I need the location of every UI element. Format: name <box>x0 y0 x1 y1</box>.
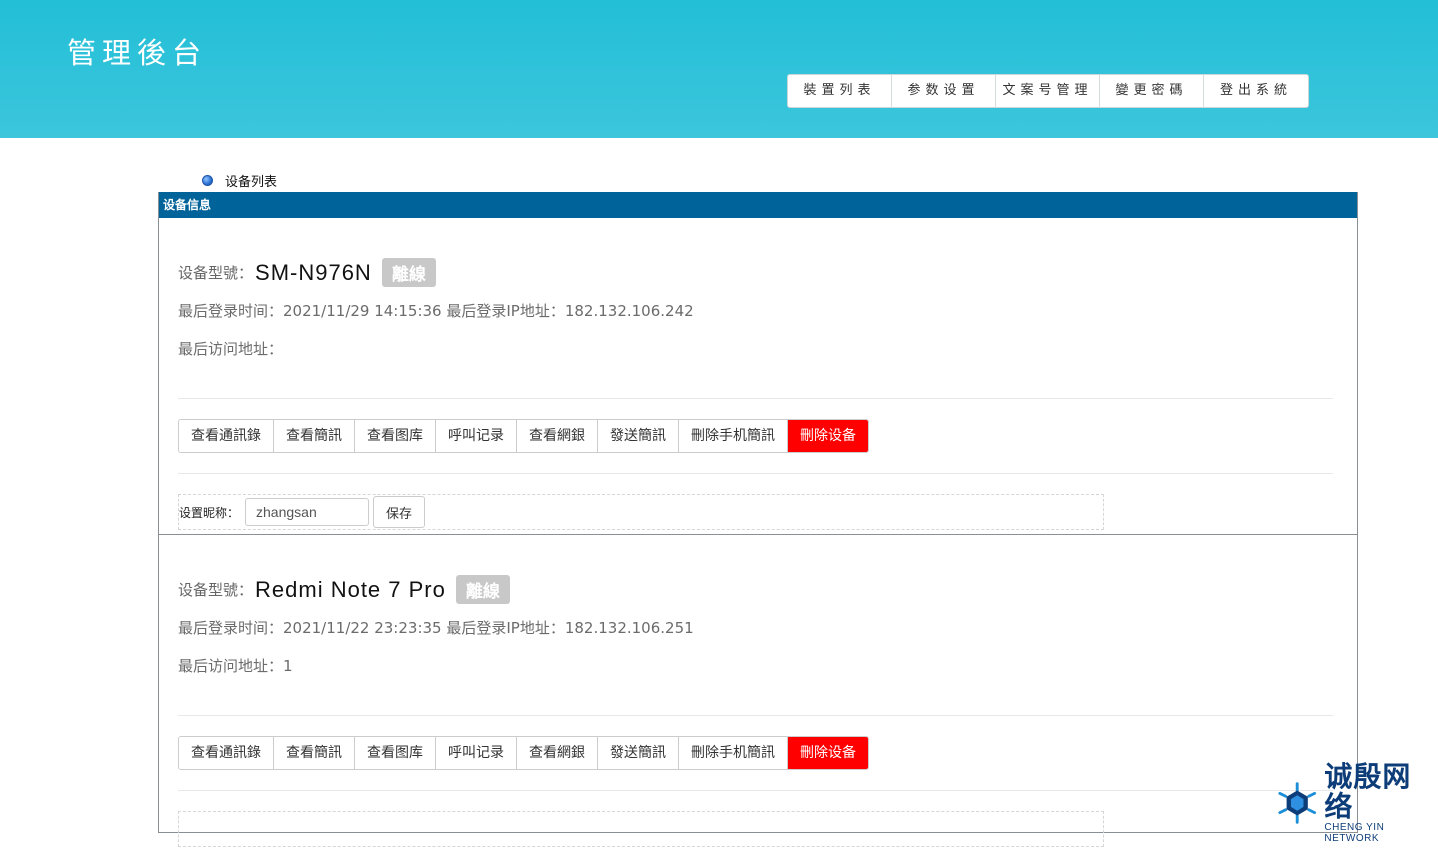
last-visit-info: 最后访问地址： <box>178 340 284 358</box>
status-badge: 離線 <box>455 575 510 604</box>
view-sms-button[interactable]: 查看簡訊 <box>274 420 355 452</box>
view-banking-button[interactable]: 查看網銀 <box>517 737 598 769</box>
view-sms-button[interactable]: 查看簡訊 <box>274 737 355 769</box>
delete-device-button[interactable]: 刪除设备 <box>788 737 868 769</box>
send-sms-button[interactable]: 發送簡訊 <box>598 737 679 769</box>
breadcrumb-label: 设备列表 <box>225 175 278 190</box>
divider <box>178 473 1333 474</box>
nav-change-password[interactable]: 變更密碼 <box>1100 75 1204 107</box>
device-card: 设备型號： SM-N976N 離線 最后登录时间：2021/11/29 14:1… <box>159 218 1357 535</box>
divider <box>178 790 1333 791</box>
view-banking-button[interactable]: 查看網銀 <box>517 420 598 452</box>
nav-params[interactable]: 参数设置 <box>892 75 996 107</box>
nickname-input[interactable] <box>245 498 370 526</box>
delete-phone-sms-button[interactable]: 刪除手机簡訊 <box>679 420 788 452</box>
device-panel: 设备信息 设备型號： SM-N976N 離線 最后登录时间：2021/11/29… <box>158 192 1358 847</box>
model-name: SM-N976N <box>255 259 372 285</box>
last-login-info: 最后登录时间：2021/11/22 23:23:35 最后登录IP地址：182.… <box>178 619 694 637</box>
send-sms-button[interactable]: 發送簡訊 <box>598 420 679 452</box>
model-label: 设备型號： <box>178 264 254 282</box>
model-name: Redmi Note 7 Pro <box>255 576 446 602</box>
breadcrumb: 设备列表 <box>202 171 277 190</box>
site-title: 管理後台 <box>67 36 208 70</box>
model-label: 设备型號： <box>178 581 254 599</box>
save-button[interactable]: 保存 <box>373 496 426 528</box>
view-contacts-button[interactable]: 查看通訊錄 <box>179 420 274 452</box>
nickname-row <box>178 811 1104 847</box>
model-line: 设备型號： Redmi Note 7 Pro 離線 <box>178 575 510 604</box>
bullet-icon <box>202 175 213 186</box>
device-card: 设备型號： Redmi Note 7 Pro 離線 最后登录时间：2021/11… <box>159 535 1357 851</box>
nav-logout[interactable]: 登出系統 <box>1204 75 1308 107</box>
hexagon-logo-icon <box>1278 782 1317 824</box>
delete-phone-sms-button[interactable]: 刪除手机簡訊 <box>679 737 788 769</box>
watermark-text: 诚殷网络 CHENG YIN NETWORK <box>1324 760 1438 845</box>
action-buttons: 查看通訊錄 查看簡訊 查看图库 呼叫记录 查看網銀 發送簡訊 刪除手机簡訊 刪除… <box>178 419 869 453</box>
nav-device-list[interactable]: 裝置列表 <box>788 75 892 107</box>
watermark-cn: 诚殷网络 <box>1324 760 1412 823</box>
model-line: 设备型號： SM-N976N 離線 <box>178 258 436 287</box>
view-gallery-button[interactable]: 查看图库 <box>355 737 436 769</box>
nav-copy-manage[interactable]: 文案号管理 <box>996 75 1100 107</box>
panel-title: 设备信息 <box>159 192 1357 218</box>
top-nav: 裝置列表 参数设置 文案号管理 變更密碼 登出系統 <box>787 74 1309 108</box>
last-login-info: 最后登录时间：2021/11/29 14:15:36 最后登录IP地址：182.… <box>178 302 694 320</box>
watermark-en: CHENG YIN NETWORK <box>1324 822 1385 844</box>
call-log-button[interactable]: 呼叫记录 <box>436 420 517 452</box>
call-log-button[interactable]: 呼叫记录 <box>436 737 517 769</box>
last-visit-info: 最后访问地址：1 <box>178 657 293 675</box>
view-gallery-button[interactable]: 查看图库 <box>355 420 436 452</box>
status-badge: 離線 <box>381 258 436 287</box>
divider <box>178 715 1333 716</box>
view-contacts-button[interactable]: 查看通訊錄 <box>179 737 274 769</box>
header-bar: 管理後台 裝置列表 参数设置 文案号管理 變更密碼 登出系統 <box>0 0 1438 138</box>
action-buttons: 查看通訊錄 查看簡訊 查看图库 呼叫记录 查看網銀 發送簡訊 刪除手机簡訊 刪除… <box>178 736 869 770</box>
delete-device-button[interactable]: 刪除设备 <box>788 420 868 452</box>
divider <box>178 398 1333 399</box>
watermark-logo: 诚殷网络 CHENG YIN NETWORK <box>1276 762 1438 844</box>
nickname-label: 设置昵称： <box>179 505 240 520</box>
nickname-row: 设置昵称： 保存 <box>178 494 1104 530</box>
